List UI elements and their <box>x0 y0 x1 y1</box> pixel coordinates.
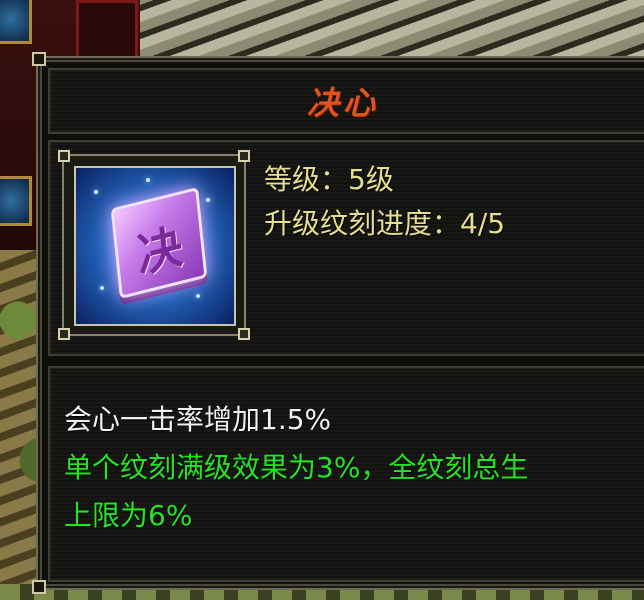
tooltip-corner-ornament <box>32 580 46 594</box>
sparkle <box>100 286 104 290</box>
engraving-gem-icon: 决 <box>74 166 236 326</box>
gem-glyph: 决 <box>134 218 186 284</box>
tooltip-corner-ornament <box>32 52 46 66</box>
tooltip-info-section: 决 等级：5级 升级纹刻进度：4/5 <box>48 140 644 356</box>
frame-corner <box>58 328 70 340</box>
level-stat: 等级：5级 <box>264 163 394 196</box>
frame-corner <box>58 150 70 162</box>
sparkle <box>196 294 200 298</box>
frame-corner <box>238 328 250 340</box>
sparkle <box>146 178 150 182</box>
max-effect-note: 单个纹刻满级效果为3%，全纹刻总生 <box>64 451 529 484</box>
item-tooltip: 决心 决 等级：5级 升级纹刻进度：4/5 会心一击率增加1.5% 单个纹刻满级… <box>32 52 644 594</box>
sparkle <box>94 190 98 194</box>
game-scene: 决心 决 等级：5级 升级纹刻进度：4/5 会心一击率增加1.5% 单个纹刻满级… <box>0 0 644 600</box>
gem-tile: 决 <box>110 186 208 300</box>
background-item-slot[interactable] <box>0 176 32 226</box>
effect-text: 会心一击率增加1.5% <box>64 403 332 436</box>
cap-note: 上限为6% <box>64 499 193 532</box>
frame-corner <box>238 150 250 162</box>
tooltip-title: 决心 <box>306 84 379 122</box>
background-item-slot[interactable] <box>0 0 32 44</box>
sparkle <box>206 198 210 202</box>
tooltip-title-bar: 决心 <box>48 68 644 134</box>
upgrade-progress-stat: 升级纹刻进度：4/5 <box>264 207 506 240</box>
icon-frame: 决 <box>58 150 250 340</box>
background-roof <box>140 0 644 60</box>
tooltip-description-section: 会心一击率增加1.5% 单个纹刻满级效果为3%，全纹刻总生 上限为6% <box>48 366 644 582</box>
